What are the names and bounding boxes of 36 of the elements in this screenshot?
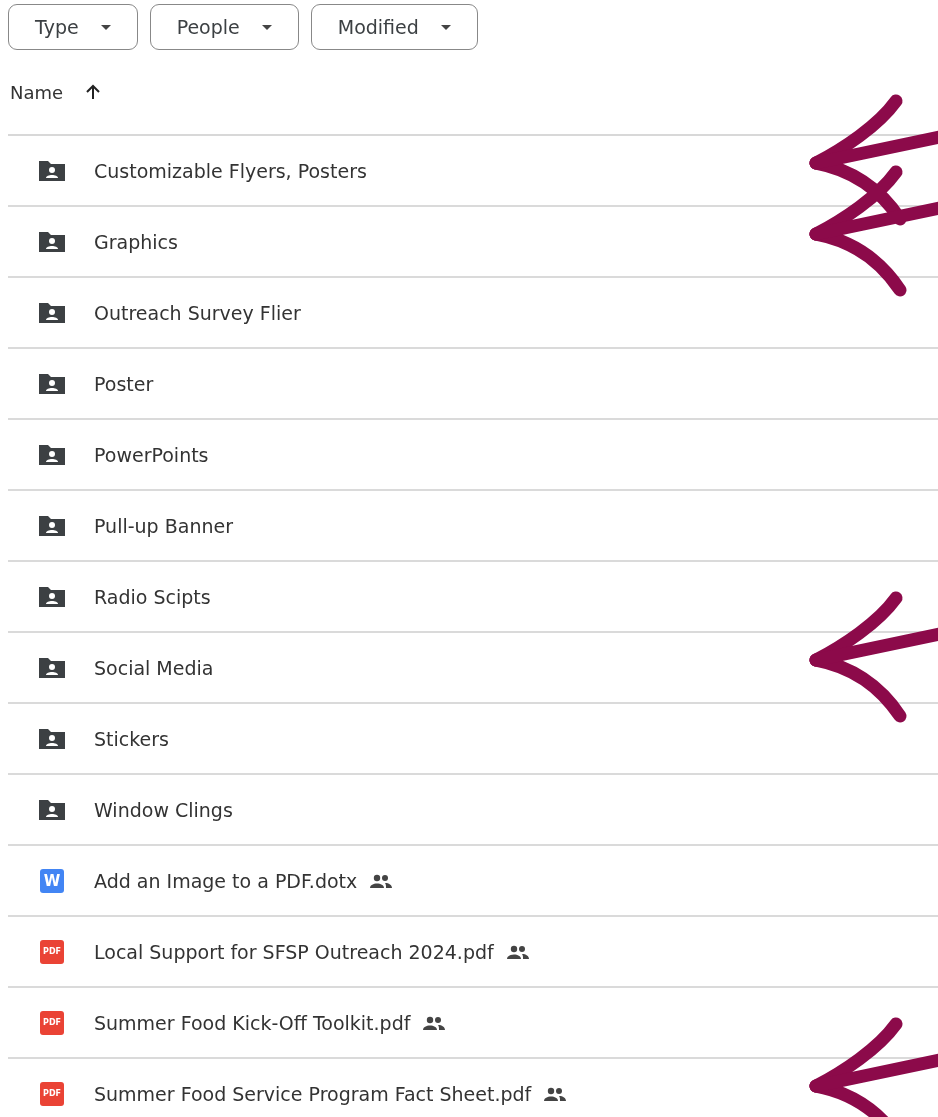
- shared-folder-icon: [37, 797, 67, 822]
- file-name: Customizable Flyers, Posters: [94, 159, 367, 182]
- pdf-icon: PDF: [40, 939, 64, 964]
- file-name: Stickers: [94, 727, 169, 750]
- shared-folder-icon: [37, 229, 67, 254]
- caret-icon: [261, 24, 272, 30]
- pdf-icon: PDF: [40, 1010, 64, 1035]
- file-name: Summer Food Kick-Off Toolkit.pdf: [94, 1011, 411, 1034]
- file-name: Local Support for SFSP Outreach 2024.pdf: [94, 940, 494, 963]
- filter-chip[interactable]: Type: [8, 4, 138, 50]
- sort-arrow-icon[interactable]: [85, 84, 102, 100]
- shared-folder-icon: [37, 371, 67, 396]
- file-name: Poster: [94, 372, 154, 395]
- caret-icon: [440, 24, 451, 30]
- filter-chip[interactable]: People: [149, 4, 299, 50]
- pdf-icon: PDF: [40, 1081, 64, 1106]
- file-name: Radio Scipts: [94, 585, 211, 608]
- shared-folder-icon: [37, 513, 67, 538]
- filter-chip[interactable]: Modified: [310, 4, 478, 50]
- file-name: Graphics: [94, 230, 178, 253]
- file-name: Summer Food Service Program Fact Sheet.pdf: [94, 1082, 532, 1105]
- file-name: PowerPoints: [94, 443, 209, 466]
- file-name: Outreach Survey Flier: [94, 301, 301, 324]
- shared-folder-icon: [37, 442, 67, 467]
- column-header[interactable]: Name: [10, 81, 64, 103]
- shared-folder-icon: [37, 584, 67, 609]
- shared-folder-icon: [37, 655, 67, 680]
- file-name: Social Media: [94, 656, 214, 679]
- shared-folder-icon: [37, 726, 67, 751]
- file-name: Window Clings: [94, 798, 233, 821]
- shared-folder-icon: [37, 158, 67, 183]
- caret-icon: [100, 24, 111, 30]
- file-name: Add an Image to a PDF.dotx: [94, 869, 358, 892]
- word-doc-icon: W: [40, 868, 64, 893]
- shared-folder-icon: [37, 300, 67, 325]
- file-name: Pull-up Banner: [94, 514, 233, 537]
